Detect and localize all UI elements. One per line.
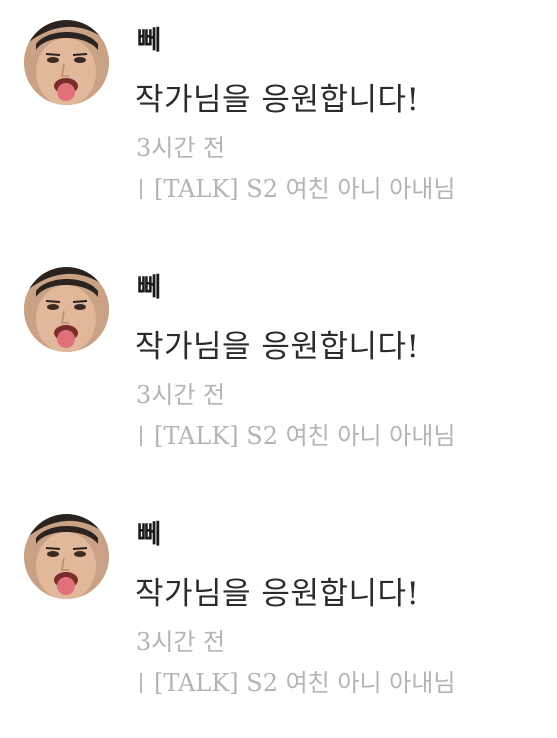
comment-timestamp: 3시간 전 — [136, 628, 226, 656]
episode-link[interactable]: [TALK] S2 여친 아니 아내님 — [136, 420, 455, 452]
comment-item: 뻬 작가님을 응원합니다! 3시간 전 [TALK] S2 여친 아니 아내님 — [0, 512, 557, 712]
avatar-face-image — [24, 267, 109, 352]
comment-timestamp: 3시간 전 — [136, 134, 226, 162]
comment-author[interactable]: 뻬 — [137, 518, 161, 552]
separator-bar — [140, 673, 142, 693]
episode-link[interactable]: [TALK] S2 여친 아니 아내님 — [136, 667, 455, 699]
episode-link[interactable]: [TALK] S2 여친 아니 아내님 — [136, 173, 455, 205]
comment-author[interactable]: 뻬 — [137, 271, 161, 305]
avatar-face-image — [24, 20, 109, 105]
comment-text: 작가님을 응원합니다! — [135, 329, 420, 365]
episode-title[interactable]: [TALK] S2 여친 아니 아내님 — [154, 422, 455, 450]
comment-timestamp: 3시간 전 — [136, 381, 226, 409]
separator-bar — [140, 179, 142, 199]
comment-item: 뻬 작가님을 응원합니다! 3시간 전 [TALK] S2 여친 아니 아내님 — [0, 18, 557, 218]
avatar[interactable] — [24, 514, 109, 599]
avatar-face-image — [24, 514, 109, 599]
comment-item: 뻬 작가님을 응원합니다! 3시간 전 [TALK] S2 여친 아니 아내님 — [0, 265, 557, 465]
comment-author[interactable]: 뻬 — [137, 24, 161, 58]
episode-title[interactable]: [TALK] S2 여친 아니 아내님 — [154, 669, 455, 697]
comment-text: 작가님을 응원합니다! — [135, 82, 420, 118]
episode-title[interactable]: [TALK] S2 여친 아니 아내님 — [154, 175, 455, 203]
comment-text: 작가님을 응원합니다! — [135, 576, 420, 612]
avatar[interactable] — [24, 267, 109, 352]
separator-bar — [140, 426, 142, 446]
avatar[interactable] — [24, 20, 109, 105]
